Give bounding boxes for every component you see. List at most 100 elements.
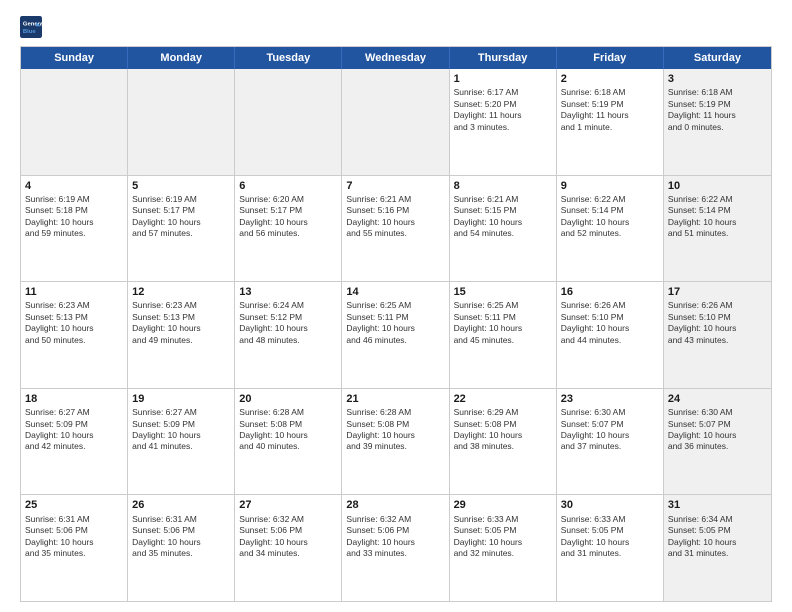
calendar-header-cell: Wednesday: [342, 47, 449, 69]
day-number: 31: [668, 498, 767, 512]
calendar-cell: 2Sunrise: 6:18 AM Sunset: 5:19 PM Daylig…: [557, 69, 664, 175]
cell-text: Sunrise: 6:30 AM Sunset: 5:07 PM Dayligh…: [561, 407, 659, 453]
day-number: 13: [239, 285, 337, 299]
day-number: 7: [346, 179, 444, 193]
cell-text: Sunrise: 6:19 AM Sunset: 5:17 PM Dayligh…: [132, 194, 230, 240]
calendar-cell: [342, 69, 449, 175]
page: General Blue SundayMondayTuesdayWednesda…: [0, 0, 792, 612]
calendar-cell: 1Sunrise: 6:17 AM Sunset: 5:20 PM Daylig…: [450, 69, 557, 175]
day-number: 14: [346, 285, 444, 299]
calendar-header-row: SundayMondayTuesdayWednesdayThursdayFrid…: [21, 47, 771, 69]
calendar-header-cell: Monday: [128, 47, 235, 69]
calendar-week-row: 4Sunrise: 6:19 AM Sunset: 5:18 PM Daylig…: [21, 176, 771, 283]
calendar-cell: 15Sunrise: 6:25 AM Sunset: 5:11 PM Dayli…: [450, 282, 557, 388]
calendar-cell: 11Sunrise: 6:23 AM Sunset: 5:13 PM Dayli…: [21, 282, 128, 388]
calendar-cell: 26 Sunrise: 6:31 AM Sunset: 5:06 PM Dayli…: [128, 495, 235, 601]
cell-text: Sunrise: 6:20 AM Sunset: 5:17 PM Dayligh…: [239, 194, 337, 240]
calendar-header-cell: Friday: [557, 47, 664, 69]
calendar-cell: 30 Sunrise: 6:33 AM Sunset: 5:05 PM Dayli…: [557, 495, 664, 601]
cell-text: Sunrise: 6:18 AM Sunset: 5:19 PM Dayligh…: [561, 87, 659, 133]
cell-text: Sunrise: 6:23 AM Sunset: 5:13 PM Dayligh…: [132, 300, 230, 346]
day-number: 1: [454, 72, 552, 86]
calendar-cell: 20Sunrise: 6:28 AM Sunset: 5:08 PM Dayli…: [235, 389, 342, 495]
day-number: 15: [454, 285, 552, 299]
cell-text: Sunrise: 6:23 AM Sunset: 5:13 PM Dayligh…: [25, 300, 123, 346]
cell-text: Sunrise: 6:22 AM Sunset: 5:14 PM Dayligh…: [668, 194, 767, 240]
calendar-cell: 4Sunrise: 6:19 AM Sunset: 5:18 PM Daylig…: [21, 176, 128, 282]
cell-text: Sunrise: 6:30 AM Sunset: 5:07 PM Dayligh…: [668, 407, 767, 453]
cell-text: Sunrise: 6:29 AM Sunset: 5:08 PM Dayligh…: [454, 407, 552, 453]
svg-text:Blue: Blue: [23, 29, 36, 35]
day-number: 22: [454, 392, 552, 406]
day-number: 20: [239, 392, 337, 406]
cell-text: Sunrise: 6:27 AM Sunset: 5:09 PM Dayligh…: [25, 407, 123, 453]
cell-text: Sunrise: 6:25 AM Sunset: 5:11 PM Dayligh…: [454, 300, 552, 346]
calendar-cell: 28Sunrise: 6:32 AM Sunset: 5:06 PM Dayli…: [342, 495, 449, 601]
day-number: 19: [132, 392, 230, 406]
cell-text: Sunrise: 6:19 AM Sunset: 5:18 PM Dayligh…: [25, 194, 123, 240]
cell-text: Sunrise: 6:25 AM Sunset: 5:11 PM Dayligh…: [346, 300, 444, 346]
calendar-header-cell: Sunday: [21, 47, 128, 69]
calendar-cell: 7Sunrise: 6:21 AM Sunset: 5:16 PM Daylig…: [342, 176, 449, 282]
day-number: 12: [132, 285, 230, 299]
day-number: 26: [132, 498, 230, 512]
calendar-cell: 25 Sunrise: 6:31 AM Sunset: 5:06 PM Dayli…: [21, 495, 128, 601]
day-number: 28: [346, 498, 444, 512]
day-number: 9: [561, 179, 659, 193]
day-number: 23: [561, 392, 659, 406]
cell-text: Sunrise: 6:31 AM Sunset: 5:06 PM Dayligh…: [25, 514, 123, 560]
calendar-cell: 23Sunrise: 6:30 AM Sunset: 5:07 PM Dayli…: [557, 389, 664, 495]
cell-text: Sunrise: 6:26 AM Sunset: 5:10 PM Dayligh…: [668, 300, 767, 346]
calendar-cell: [235, 69, 342, 175]
cell-text: Sunrise: 6:28 AM Sunset: 5:08 PM Dayligh…: [346, 407, 444, 453]
day-number: 10: [668, 179, 767, 193]
day-number: 27: [239, 498, 337, 512]
calendar-cell: [128, 69, 235, 175]
logo-icon: General Blue: [20, 16, 42, 38]
calendar-cell: 27 Sunrise: 6:32 AM Sunset: 5:06 PM Dayli…: [235, 495, 342, 601]
day-number: 8: [454, 179, 552, 193]
cell-text: Sunrise: 6:18 AM Sunset: 5:19 PM Dayligh…: [668, 87, 767, 133]
calendar-header-cell: Saturday: [664, 47, 771, 69]
calendar-cell: 31 Sunrise: 6:34 AM Sunset: 5:05 PM Dayli…: [664, 495, 771, 601]
calendar-cell: 16Sunrise: 6:26 AM Sunset: 5:10 PM Dayli…: [557, 282, 664, 388]
cell-text: Sunrise: 6:27 AM Sunset: 5:09 PM Dayligh…: [132, 407, 230, 453]
day-number: 4: [25, 179, 123, 193]
day-number: 2: [561, 72, 659, 86]
cell-text: Sunrise: 6:34 AM Sunset: 5:05 PM Dayligh…: [668, 514, 767, 560]
calendar-week-row: 11Sunrise: 6:23 AM Sunset: 5:13 PM Dayli…: [21, 282, 771, 389]
calendar-cell: [21, 69, 128, 175]
calendar-cell: 24Sunrise: 6:30 AM Sunset: 5:07 PM Dayli…: [664, 389, 771, 495]
calendar-week-row: 18Sunrise: 6:27 AM Sunset: 5:09 PM Dayli…: [21, 389, 771, 496]
calendar-cell: 9Sunrise: 6:22 AM Sunset: 5:14 PM Daylig…: [557, 176, 664, 282]
calendar-cell: 22Sunrise: 6:29 AM Sunset: 5:08 PM Dayli…: [450, 389, 557, 495]
day-number: 24: [668, 392, 767, 406]
calendar-week-row: 25 Sunrise: 6:31 AM Sunset: 5:06 PM Dayli…: [21, 495, 771, 601]
day-number: 3: [668, 72, 767, 86]
calendar-cell: 3Sunrise: 6:18 AM Sunset: 5:19 PM Daylig…: [664, 69, 771, 175]
cell-text: Sunrise: 6:33 AM Sunset: 5:05 PM Dayligh…: [561, 514, 659, 560]
calendar-cell: 17Sunrise: 6:26 AM Sunset: 5:10 PM Dayli…: [664, 282, 771, 388]
calendar: SundayMondayTuesdayWednesdayThursdayFrid…: [20, 46, 772, 602]
day-number: 25: [25, 498, 123, 512]
calendar-cell: 18Sunrise: 6:27 AM Sunset: 5:09 PM Dayli…: [21, 389, 128, 495]
calendar-cell: 19Sunrise: 6:27 AM Sunset: 5:09 PM Dayli…: [128, 389, 235, 495]
calendar-cell: 10Sunrise: 6:22 AM Sunset: 5:14 PM Dayli…: [664, 176, 771, 282]
day-number: 6: [239, 179, 337, 193]
day-number: 21: [346, 392, 444, 406]
cell-text: Sunrise: 6:21 AM Sunset: 5:15 PM Dayligh…: [454, 194, 552, 240]
calendar-cell: 8Sunrise: 6:21 AM Sunset: 5:15 PM Daylig…: [450, 176, 557, 282]
day-number: 16: [561, 285, 659, 299]
calendar-cell: 13Sunrise: 6:24 AM Sunset: 5:12 PM Dayli…: [235, 282, 342, 388]
header: General Blue: [20, 16, 772, 38]
day-number: 30: [561, 498, 659, 512]
cell-text: Sunrise: 6:17 AM Sunset: 5:20 PM Dayligh…: [454, 87, 552, 133]
cell-text: Sunrise: 6:31 AM Sunset: 5:06 PM Dayligh…: [132, 514, 230, 560]
day-number: 5: [132, 179, 230, 193]
calendar-cell: 21Sunrise: 6:28 AM Sunset: 5:08 PM Dayli…: [342, 389, 449, 495]
day-number: 11: [25, 285, 123, 299]
cell-text: Sunrise: 6:28 AM Sunset: 5:08 PM Dayligh…: [239, 407, 337, 453]
day-number: 18: [25, 392, 123, 406]
cell-text: Sunrise: 6:32 AM Sunset: 5:06 PM Dayligh…: [239, 514, 337, 560]
cell-text: Sunrise: 6:24 AM Sunset: 5:12 PM Dayligh…: [239, 300, 337, 346]
